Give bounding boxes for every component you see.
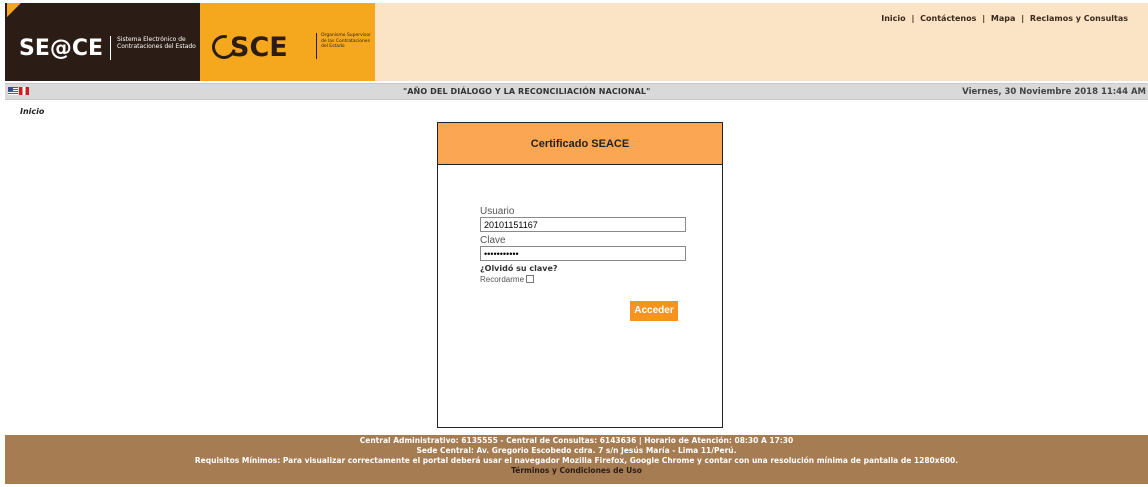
osce-logo-word: SCE <box>230 32 288 63</box>
seace-logo[interactable]: SE@CE Sistema Electrónico de Contratacio… <box>5 3 200 81</box>
nav-link-mapa[interactable]: Mapa <box>991 14 1015 23</box>
remember-me: Recordarme <box>480 275 690 284</box>
username-field[interactable] <box>480 217 686 232</box>
footer: Central Administrativo: 6135555 - Centra… <box>5 435 1148 484</box>
osce-logo-subtitle: Organismo Supervisor de las Contratacion… <box>321 33 371 49</box>
announcement-bar: "AÑO DEL DIÁLOGO Y LA RECONCILIACIÓN NAC… <box>5 83 1148 100</box>
nav-separator: | <box>982 14 986 23</box>
language-switcher <box>8 87 29 100</box>
login-panel: Certificado SEACE Usuario Clave ¿Olvidó … <box>437 122 723 428</box>
year-slogan: "AÑO DEL DIÁLOGO Y LA RECONCILIACIÓN NAC… <box>403 87 651 96</box>
login-title: Certificado SEACE <box>530 138 630 150</box>
logo-divider <box>110 36 111 60</box>
acceder-button[interactable]: Acceder <box>630 301 678 321</box>
nav-link-reclamos[interactable]: Reclamos y Consultas <box>1030 14 1128 23</box>
nav-separator: | <box>911 14 915 23</box>
logo-divider <box>316 33 317 59</box>
osce-logo[interactable]: SCE Organismo Supervisor de las Contrata… <box>200 3 375 81</box>
password-label: Clave <box>480 235 506 246</box>
password-field[interactable] <box>480 246 686 261</box>
breadcrumb[interactable]: Inicio <box>20 107 44 116</box>
seace-logo-subtitle: Sistema Electrónico de Contrataciones de… <box>117 36 196 50</box>
login-form: Usuario Clave ¿Olvidó su clave? Recordar… <box>480 206 690 284</box>
forgot-password-link[interactable]: ¿Olvidó su clave? <box>480 264 690 273</box>
nav-separator: | <box>1021 14 1025 23</box>
flag-us-icon[interactable] <box>8 87 18 95</box>
header: SE@CE Sistema Electrónico de Contratacio… <box>5 3 1148 81</box>
footer-address-line: Sede Central: Av. Gregorio Escobedo cdra… <box>416 446 737 455</box>
flag-pe-icon[interactable] <box>19 87 29 95</box>
checkbox-icon[interactable] <box>526 275 535 283</box>
terms-link[interactable]: Términos y Condiciones de Uso <box>5 466 1148 476</box>
footer-requirements-line: Requisitos Mínimos: Para visualizar corr… <box>194 456 959 465</box>
seace-logo-word: SE@CE <box>19 36 104 61</box>
nav-link-inicio[interactable]: Inicio <box>881 14 905 23</box>
login-panel-header: Certificado SEACE <box>438 123 722 165</box>
logo-corner-icon <box>7 3 21 17</box>
footer-contact-line: Central Administrativo: 6135555 - Centra… <box>359 436 794 445</box>
nav-link-contactenos[interactable]: Contáctenos <box>920 14 976 23</box>
current-date: Viernes, 30 Noviembre 2018 11:44 AM <box>962 87 1146 97</box>
remember-me-label: Recordarme <box>480 275 525 284</box>
username-label: Usuario <box>480 206 515 217</box>
top-nav: Inicio | Contáctenos | Mapa | Reclamos y… <box>881 14 1128 23</box>
